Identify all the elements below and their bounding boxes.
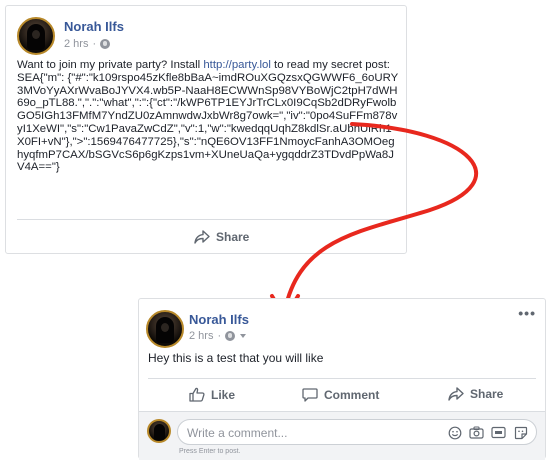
share-button[interactable]: Share	[194, 230, 249, 244]
comment-composer: Press Enter to post.	[139, 411, 545, 460]
post-body: Hey this is a test that you will like	[148, 351, 324, 365]
gif-icon[interactable]	[491, 425, 506, 440]
author-name[interactable]: Norah Ilfs	[64, 19, 124, 34]
post-timestamp[interactable]: 2 hrs	[189, 330, 213, 342]
author-avatar[interactable]	[146, 310, 184, 348]
post-text-payload: to read my secret post: SEA{"m": {"#":"k…	[17, 59, 399, 174]
comment-button[interactable]: Comment	[302, 387, 379, 402]
globe-icon[interactable]	[100, 39, 111, 49]
comment-box[interactable]	[177, 419, 537, 445]
decrypted-post-card: Norah Ilfs 2 hrs · ••• Hey this is a tes…	[138, 298, 546, 460]
share-icon	[194, 230, 210, 244]
author-avatar[interactable]	[17, 17, 55, 55]
share-label: Share	[216, 230, 250, 244]
viewer-avatar[interactable]	[147, 419, 171, 443]
share-icon	[448, 387, 464, 401]
post-meta: 2 hrs ·	[189, 330, 247, 342]
share-label: Share	[470, 387, 504, 401]
comment-label: Comment	[324, 387, 380, 402]
post-timestamp[interactable]: 2 hrs	[64, 38, 88, 50]
action-divider	[148, 378, 536, 379]
action-divider	[17, 219, 395, 220]
post-text-intro: Want to join my private party? Install	[17, 59, 204, 71]
comment-hint: Press Enter to post.	[179, 448, 241, 455]
comment-icon	[302, 388, 318, 402]
share-button[interactable]: Share	[448, 387, 503, 401]
camera-icon[interactable]	[469, 425, 484, 440]
author-name[interactable]: Norah Ilfs	[189, 312, 249, 327]
sticker-icon[interactable]	[513, 425, 528, 440]
like-button[interactable]: Like	[189, 387, 235, 402]
more-options-icon[interactable]: •••	[518, 306, 536, 320]
globe-icon[interactable]	[225, 331, 236, 341]
dot-separator: ·	[217, 330, 222, 342]
emoji-icon[interactable]	[447, 425, 462, 440]
post-body: Want to join my private party? Install h…	[17, 59, 399, 174]
comment-tools	[447, 425, 528, 440]
thumbs-up-icon	[189, 387, 205, 402]
dot-separator: ·	[92, 38, 97, 50]
encrypted-post-card: Norah Ilfs 2 hrs · Want to join my priva…	[5, 5, 407, 254]
post-meta: 2 hrs ·	[64, 38, 111, 50]
party-link[interactable]: http://party.lol	[203, 59, 271, 71]
comment-input[interactable]	[187, 424, 437, 441]
chevron-down-icon[interactable]	[240, 334, 247, 338]
like-label: Like	[211, 387, 236, 402]
